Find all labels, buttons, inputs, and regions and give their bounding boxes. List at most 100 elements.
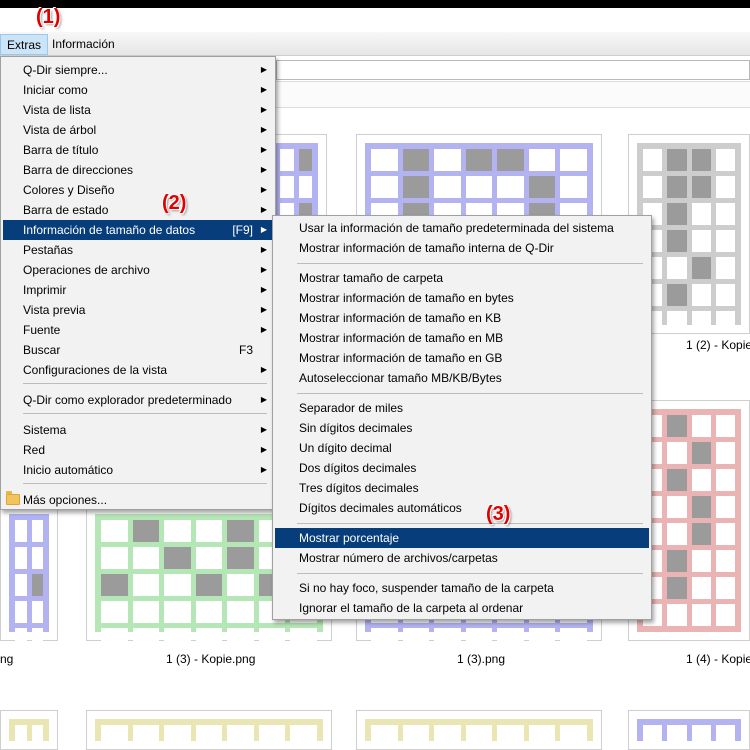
menu-item-label: Inicio automático — [23, 463, 114, 477]
submenu-item[interactable]: Dos dígitos decimales — [275, 458, 649, 478]
submenu-item[interactable]: Mostrar información de tamaño en bytes — [275, 288, 649, 308]
menu-item-label: Pestañas — [23, 243, 74, 257]
menu-separator — [23, 483, 267, 484]
menu-item[interactable]: Vista de lista ▶ — [3, 100, 273, 120]
submenu-arrow-icon: ▶ — [260, 325, 267, 334]
menu-item-label: Barra de direcciones — [23, 163, 134, 177]
submenu-item[interactable]: Un dígito decimal — [275, 438, 649, 458]
thumbnail-image — [95, 719, 323, 747]
menu-item[interactable]: Buscar F3 — [3, 340, 273, 360]
menu-extras[interactable]: Extras — [0, 34, 49, 55]
submenu-item[interactable]: Mostrar número de archivos/carpetas — [275, 548, 649, 568]
thumbnail-image — [9, 514, 49, 650]
submenu-arrow-icon: ▶ — [260, 445, 267, 454]
menu-item[interactable]: Pestañas ▶ — [3, 240, 273, 260]
thumbnail-grid — [643, 149, 735, 333]
menu-item[interactable]: Q-Dir como explorador predeterminado ▶ — [3, 390, 273, 410]
submenu-item-label: Mostrar porcentaje — [299, 531, 400, 545]
file-caption[interactable]: 1 (2) - Kopie — [686, 338, 750, 352]
menu-separator — [23, 383, 267, 384]
menu-item[interactable]: Más opciones... — [3, 490, 273, 510]
submenu-item[interactable]: Mostrar información de tamaño en GB — [275, 348, 649, 368]
menu-bar: Extras Información — [0, 32, 750, 56]
submenu-item[interactable]: Dígitos decimales automáticos — [275, 498, 649, 518]
submenu-item-label: Separador de miles — [299, 401, 404, 415]
submenu-item[interactable]: Usar la información de tamaño predetermi… — [275, 218, 649, 238]
menu-item[interactable]: Barra de estado ▶ — [3, 200, 273, 220]
file-thumbnail[interactable] — [0, 505, 58, 650]
thumbnail-grid — [15, 520, 43, 650]
submenu-item-label: Mostrar información de tamaño en KB — [299, 311, 502, 325]
submenu-arrow-icon: ▶ — [260, 185, 267, 194]
submenu-item-label: Sin dígitos decimales — [299, 421, 413, 435]
submenu-item[interactable]: Ignorar el tamaño de la carpeta al orden… — [275, 598, 649, 618]
menu-item[interactable]: Q-Dir siempre... ▶ — [3, 60, 273, 80]
folder-icon — [6, 491, 20, 505]
menu-item[interactable]: Red ▶ — [3, 440, 273, 460]
file-thumbnail[interactable] — [628, 710, 750, 750]
thumbnail-image — [637, 143, 741, 333]
submenu-item[interactable]: Mostrar información de tamaño interna de… — [275, 238, 649, 258]
menu-item[interactable]: Colores y Diseño ▶ — [3, 180, 273, 200]
submenu-arrow-icon: ▶ — [260, 465, 267, 474]
menu-separator — [297, 393, 643, 394]
submenu-item[interactable]: Autoseleccionar tamaño MB/KB/Bytes — [275, 368, 649, 388]
menu-item-label: Imprimir — [23, 283, 67, 297]
menu-separator — [23, 413, 267, 414]
thumbnail-image — [637, 409, 741, 632]
menu-item-label: Vista de árbol — [23, 123, 97, 137]
menu-item[interactable]: Imprimir ▶ — [3, 280, 273, 300]
menu-item[interactable]: Barra de direcciones ▶ — [3, 160, 273, 180]
menu-item[interactable]: Iniciar como ▶ — [3, 80, 273, 100]
submenu-arrow-icon: ▶ — [260, 205, 267, 214]
menu-item-label: Operaciones de archivo — [23, 263, 150, 277]
menu-item-label: Iniciar como — [23, 83, 88, 97]
file-caption[interactable]: ng — [0, 652, 13, 666]
address-bar[interactable] — [276, 60, 750, 80]
menu-item[interactable]: Información de tamaño de datos [F9] ▶ — [3, 220, 273, 240]
menu-item-label: Red — [23, 443, 46, 457]
menu-item-label: Información de tamaño de datos — [23, 223, 196, 237]
thumbnail-grid — [101, 725, 317, 747]
submenu-item[interactable]: Mostrar tamaño de carpeta — [275, 268, 649, 288]
submenu-item-label: Mostrar información de tamaño en bytes — [299, 291, 514, 305]
file-thumbnail[interactable] — [86, 710, 332, 750]
menu-item[interactable]: Inicio automático ▶ — [3, 460, 273, 480]
menu-item-label: Sistema — [23, 423, 67, 437]
submenu-arrow-icon: ▶ — [260, 285, 267, 294]
submenu-item[interactable]: Mostrar información de tamaño en KB — [275, 308, 649, 328]
menu-item[interactable]: Fuente ▶ — [3, 320, 273, 340]
submenu-item[interactable]: Tres dígitos decimales — [275, 478, 649, 498]
submenu-arrow-icon: ▶ — [260, 65, 267, 74]
file-caption[interactable]: 1 (3) - Kopie.png — [166, 652, 255, 666]
submenu-item[interactable]: Sin dígitos decimales — [275, 418, 649, 438]
menu-item-label: Barra de título — [23, 143, 99, 157]
file-thumbnail[interactable] — [356, 710, 602, 750]
menu-item[interactable]: Barra de título ▶ — [3, 140, 273, 160]
submenu-item[interactable]: Mostrar información de tamaño en MB — [275, 328, 649, 348]
file-caption[interactable]: 1 (3).png — [457, 652, 505, 666]
submenu-item-label: Autoseleccionar tamaño MB/KB/Bytes — [299, 371, 502, 385]
submenu-item[interactable]: Si no hay foco, suspender tamaño de la c… — [275, 578, 649, 598]
menu-informacion[interactable]: Información — [46, 34, 121, 55]
menu-item[interactable]: Vista previa ▶ — [3, 300, 273, 320]
file-caption[interactable]: 1 (4) - Kopie — [686, 652, 750, 666]
submenu-item-label: Mostrar número de archivos/carpetas — [299, 551, 498, 565]
submenu-item-label: Si no hay foco, suspender tamaño de la c… — [299, 581, 554, 595]
menu-item[interactable]: Operaciones de archivo ▶ — [3, 260, 273, 280]
submenu-item-label: Usar la información de tamaño predetermi… — [299, 221, 614, 235]
submenu-item[interactable]: Separador de miles — [275, 398, 649, 418]
submenu-arrow-icon: ▶ — [260, 105, 267, 114]
size-info-submenu: Usar la información de tamaño predetermi… — [272, 215, 652, 620]
annotation-3: (3) — [486, 503, 511, 525]
menu-item[interactable]: Sistema ▶ — [3, 420, 273, 440]
submenu-item[interactable]: Mostrar porcentaje — [275, 528, 649, 548]
menu-item-label: Fuente — [23, 323, 61, 337]
menu-item[interactable]: Vista de árbol ▶ — [3, 120, 273, 140]
menu-item-label: Q-Dir como explorador predeterminado — [23, 393, 232, 407]
menu-item-label: Más opciones... — [23, 493, 108, 507]
menu-item[interactable]: Configuraciones de la vista ▶ — [3, 360, 273, 380]
annotation-1: (1) — [36, 6, 61, 28]
submenu-arrow-icon: ▶ — [260, 265, 267, 274]
file-thumbnail[interactable] — [0, 710, 58, 750]
